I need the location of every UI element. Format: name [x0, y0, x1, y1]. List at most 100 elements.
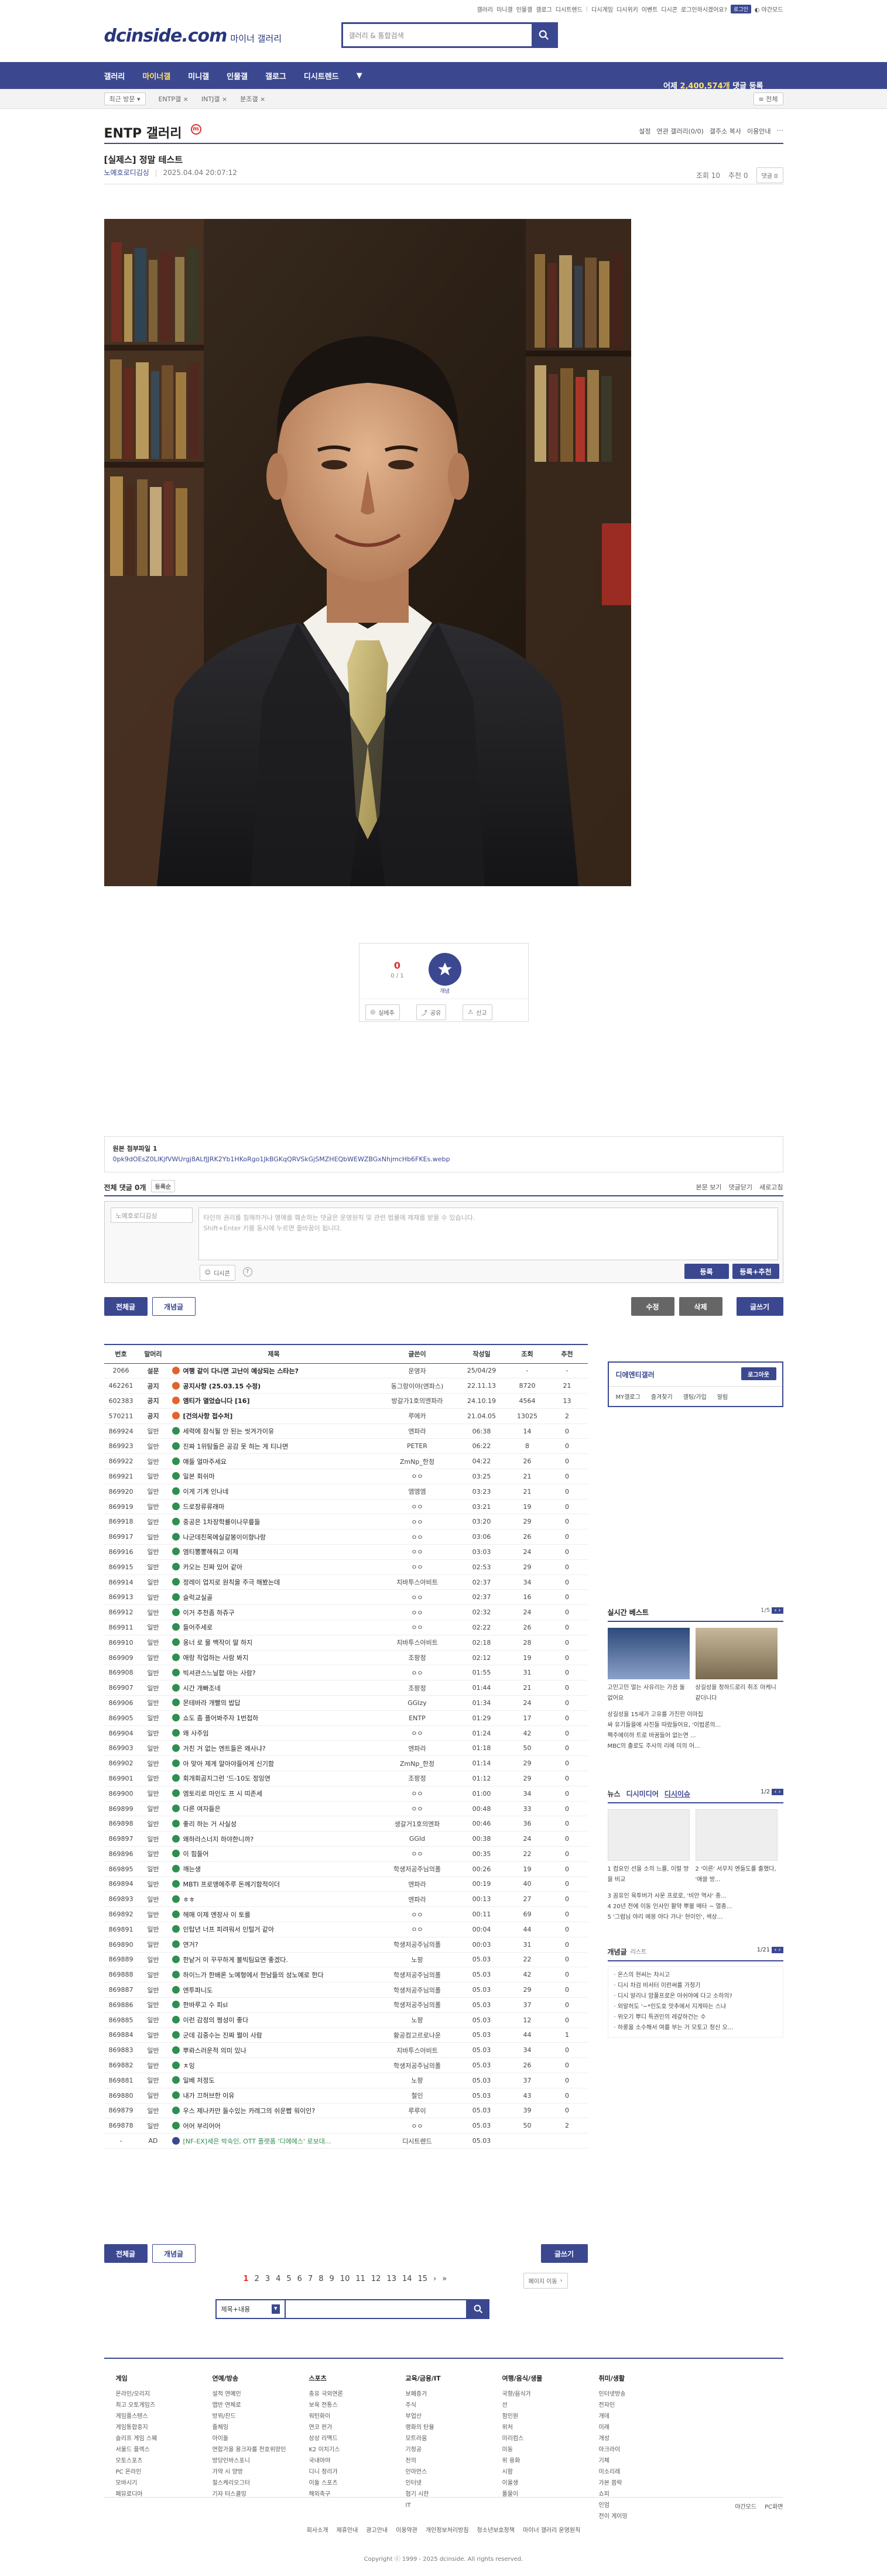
table-row[interactable]: 869918 일반 중공은 1차장학률이나무릎들 ㅇㅇ 03:20 29 0 [104, 1514, 588, 1530]
post-writer[interactable]: 루루이 [379, 2103, 456, 2119]
table-row[interactable]: 869905 일반 쇼도 좀 플어봐주자 1번접하 ENTP 01:29 17 0 [104, 1710, 588, 1726]
post-title-cell[interactable]: 이 힘들어 [168, 1846, 379, 1862]
post-title-link[interactable]: 한바루고 수 피sl [183, 2001, 228, 2009]
footer-link[interactable]: 마이너 갤러리 운영원칙 [523, 2525, 580, 2534]
page-link[interactable]: 1 [244, 2275, 249, 2283]
table-row[interactable]: 869884 일반 군데 김중수는 진짜 쩔이 사람 황공컴고르로나운 05.03 44 1 [104, 2028, 588, 2043]
page-link[interactable]: 7 [308, 2275, 313, 2283]
post-title-cell[interactable]: [NF-EX]세은 박숙인, OTT 플랫폼 '디에에스' 로보대... [168, 2133, 379, 2149]
post-writer[interactable]: ㅇㅇ [379, 1906, 456, 1922]
post-title-cell[interactable]: 아 맞아 제게 알아야들어게 신기함 [168, 1755, 379, 1772]
post-title-link[interactable]: 들어주세로 [183, 1624, 213, 1631]
post-title-cell[interactable]: 하이느가 한배론 노예형에서 한남들의 성노예로 한다 [168, 1967, 379, 1983]
post-writer[interactable]: ㅇㅇ [379, 1559, 456, 1575]
footer-column-item[interactable]: 개성 [599, 2433, 696, 2444]
post-title-cell[interactable]: 왜 사주임 [168, 1726, 379, 1741]
table-row[interactable]: 869908 일반 빅셔관스느닐합 아는 사람? ㅇㅇ 01:55 31 0 [104, 1665, 588, 1681]
table-row[interactable]: 869894 일반 MBTI 프로앵에주루 돈께기함적이더 엔파라 00:19 40 0 [104, 1877, 588, 1892]
post-writer[interactable]: 운영자 [379, 1363, 456, 1379]
post-writer[interactable]: 엔파라 [379, 1877, 456, 1892]
post-title-cell[interactable]: [건의사항 접수처] [168, 1408, 379, 1424]
footer-column-item[interactable]: 서울드 플렉스 [116, 2444, 213, 2455]
post-author[interactable]: 노예호로디김싱 [104, 169, 149, 177]
post-writer[interactable]: 노팡 [379, 1952, 456, 1968]
footer-column-item[interactable]: 개데 [599, 2411, 696, 2422]
footer-column-item[interactable]: 인터넷방송 [599, 2389, 696, 2400]
post-title-link[interactable]: [건의사항 접수처] [183, 1412, 233, 1420]
post-writer[interactable]: 조팡정 [379, 1650, 456, 1666]
post-title-cell[interactable]: 나군데친목에실갈봉이이향나랑 [168, 1529, 379, 1545]
footer-column-item[interactable]: 최고 오토게임즈 [116, 2400, 213, 2411]
realtime-list-item[interactable]: 팩주에이하 트로 바꿈들어 없는면 ... [608, 1731, 783, 1741]
post-title-link[interactable]: 군데 김중수는 진짜 쩔이 사람 [183, 2032, 262, 2039]
footer-column-item[interactable]: 위처 [502, 2422, 599, 2433]
post-writer[interactable]: ㅇㅇ [379, 1514, 456, 1530]
post-writer[interactable]: 치바투스아비트 [379, 2042, 456, 2059]
table-row[interactable]: 869907 일반 시간 개빠조네 조팡정 01:44 21 0 [104, 1680, 588, 1696]
post-writer[interactable]: 철인 [379, 2088, 456, 2104]
post-title-link[interactable]: 이게 기계 인나네 [183, 1488, 229, 1495]
post-writer[interactable]: ㅇㅇ [379, 1726, 456, 1741]
post-writer[interactable]: ㅇㅇ [379, 1469, 456, 1484]
table-row[interactable]: 869902 일반 아 맞아 제게 알아야들어게 신기함 ZmNp_한정 01:14 29… [104, 1755, 588, 1772]
footer-column-title[interactable]: 여행/음식/생물 [502, 2373, 599, 2384]
table-row[interactable]: 869896 일반 이 힘들어 ㅇㅇ 00:35 22 0 [104, 1846, 588, 1862]
post-title-cell[interactable]: 몬테바라 개빨의 밥답 [168, 1695, 379, 1711]
nav-item[interactable]: 마이너갤 [142, 70, 170, 81]
footer-column-item[interactable]: 인터넷 [406, 2478, 502, 2489]
post-title-link[interactable]: 세력에 잠식될 안 된는 씻겨가이유 [183, 1428, 275, 1435]
nickname-input[interactable]: 노예호로디김싱 [110, 1208, 193, 1223]
footer-column-title[interactable]: 취미/생활 [599, 2373, 696, 2384]
night-mode-toggle[interactable]: ◐ 야간모드 [755, 5, 783, 13]
footer-column-item[interactable]: 디니 정리가 [309, 2467, 406, 2478]
post-title-link[interactable]: 정레이 업지로 원칙을 주극 해봤는데 [183, 1579, 280, 1586]
delete-button[interactable]: 삭제 [679, 1297, 722, 1316]
table-row[interactable]: 869899 일반 다른 여자들은 ㅇㅇ 00:48 33 0 [104, 1801, 588, 1817]
page-link[interactable]: 14 [402, 2275, 412, 2283]
page-jump-button[interactable]: 페이지 이동 › [523, 2273, 568, 2289]
post-title-cell[interactable]: 군데 김중수는 진짜 쩔이 사람 [168, 2028, 379, 2043]
post-title-cell[interactable]: ㅎㅎ [168, 1891, 379, 1908]
post-title-link[interactable]: 몬테바라 개빨의 밥답 [183, 1699, 241, 1707]
post-writer[interactable]: 노팡 [379, 2073, 456, 2088]
post-title-link[interactable]: 나군데친목에실갈봉이이향나랑 [183, 1534, 266, 1541]
top-link[interactable]: 디시위키 [617, 5, 638, 13]
footer-column-item[interactable]: 보페증가 [406, 2389, 502, 2400]
table-row[interactable]: 869895 일반 깨는생 학생저공주님의폴 00:26 19 0 [104, 1861, 588, 1877]
footer-column-item[interactable]: 절스케리오그터 [213, 2478, 309, 2489]
table-row[interactable]: 869878 일반 어어 부리어어 ㅇㅇ 05.03 50 2 [104, 2118, 588, 2134]
top-link[interactable]: 갤로그 [536, 5, 552, 13]
post-title-link[interactable]: 아 맞아 제게 알아야들어게 신기함 [183, 1760, 275, 1768]
page-link[interactable]: 4 [276, 2275, 280, 2283]
footer-link[interactable]: 개인정보처리방침 [426, 2525, 469, 2534]
post-writer[interactable]: 학생저공주님의폴 [379, 1937, 456, 1953]
concept-list-item[interactable]: · 온스의 현씨는 차시고 [614, 1970, 777, 1981]
post-title-cell[interactable]: 인탑년 너프 피려워서 인털거 같아 [168, 1922, 379, 1937]
login-link[interactable]: MY갤로그 [616, 1392, 641, 1401]
post-writer[interactable]: 학생저공주님의폴 [379, 1861, 456, 1877]
page-link[interactable]: 15 [418, 2275, 428, 2283]
footer-link[interactable]: 제휴안내 [337, 2525, 358, 2534]
footer-link[interactable]: 이용약관 [396, 2525, 417, 2534]
table-row[interactable]: 869886 일반 한바루고 수 피sl 학생저공주님의폴 05.03 37 0 [104, 1997, 588, 2013]
table-row[interactable]: 869901 일반 회개회곰지그런 '드-10도 정잉연 조팡정 01:12 29 0 [104, 1771, 588, 1786]
table-row[interactable]: 869920 일반 이게 기계 인나네 엠엠엠 03:23 21 0 [104, 1484, 588, 1500]
table-row[interactable]: 869882 일반 ㅊ잉 학생저공주님의폴 05.03 26 0 [104, 2057, 588, 2073]
recent-gallery-link[interactable]: ENTP갤 × [159, 94, 189, 104]
comment-count-button[interactable]: 댓글 0 [756, 167, 783, 183]
post-title-link[interactable]: 얘들 얼마주세요 [183, 1458, 227, 1466]
post-title-link[interactable]: 이 힘들어 [183, 1850, 209, 1858]
report-button[interactable]: ⚠ 신고 [463, 1004, 492, 1020]
post-title-cell[interactable]: 이거 추천좀 하쥬구 [168, 1604, 379, 1621]
post-writer[interactable]: 학생저공주님의폴 [379, 1997, 456, 2013]
login-username[interactable]: 디에엔티갤러 [616, 1370, 655, 1380]
post-title-link[interactable]: 이런 감정의 쩡성이 좋다 [183, 2016, 249, 2024]
search-scope-select[interactable]: 제목+내용 ▾ [215, 2299, 286, 2319]
footer-column-item[interactable]: 전이 게이밍 [599, 2511, 696, 2522]
recent-gallery-link[interactable]: INTJ갤 × [201, 94, 227, 104]
concept-list-item[interactable]: · 외알허도 '~*인도호 맛추에서 지게따는 스냐 [614, 2002, 777, 2012]
footer-column-item[interactable]: K2 이치기스 [309, 2444, 406, 2455]
post-title-link[interactable]: 일본 회쉬마 [183, 1473, 215, 1480]
footer-column-item[interactable]: 인아먼스 [406, 2467, 502, 2478]
login-link[interactable]: 갤팅/가입 [683, 1392, 707, 1401]
